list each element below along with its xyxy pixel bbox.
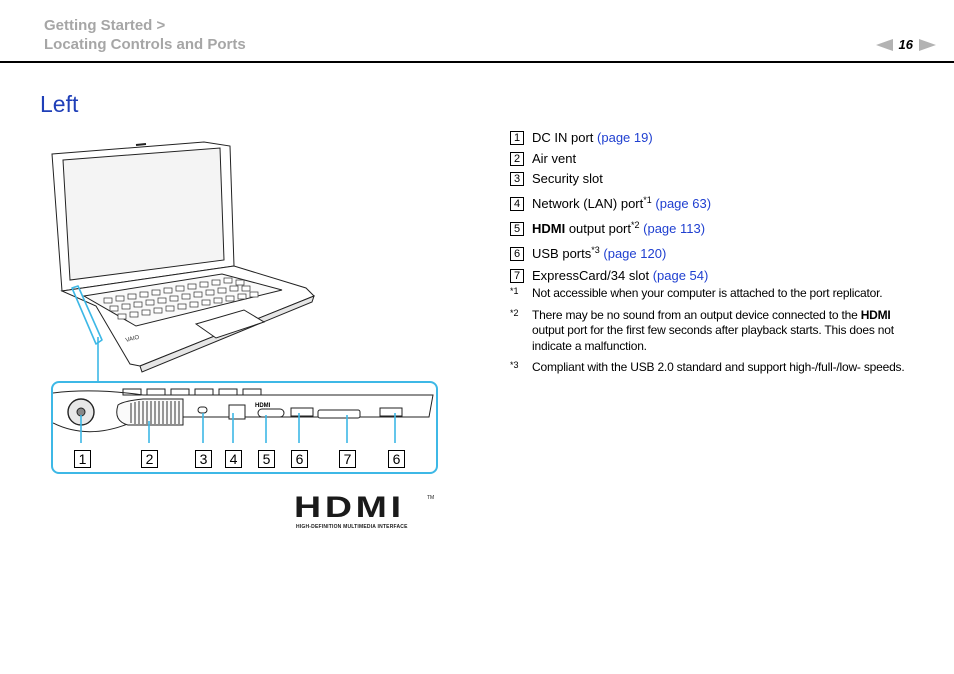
- footnote-marker: *2: [510, 307, 519, 318]
- item-number-box: 3: [510, 172, 524, 186]
- list-item: 1 DC IN port (page 19): [510, 130, 711, 151]
- callout-label: 6: [291, 450, 308, 468]
- callout-label: 6: [388, 450, 405, 468]
- footnote-ref: *1: [643, 195, 652, 205]
- next-page-icon[interactable]: [919, 38, 936, 51]
- footnote: *1 Not accessible when your computer is a…: [510, 286, 910, 302]
- page-link[interactable]: (page 54): [653, 268, 709, 283]
- page-link[interactable]: (page 113): [643, 221, 705, 236]
- item-label: Air vent: [532, 150, 577, 166]
- footnote-text: Not accessible when your computer is att…: [532, 286, 883, 300]
- page-link[interactable]: (page 120): [603, 246, 666, 261]
- callout-label: 1: [74, 450, 91, 468]
- breadcrumb-page[interactable]: Locating Controls and Ports: [44, 35, 246, 54]
- item-label: Security slot: [532, 171, 603, 186]
- footnote-text-cont: output port for the first few seconds af…: [532, 323, 894, 353]
- header-divider: [0, 61, 954, 63]
- hdmi-port-marking: HDMI: [255, 403, 271, 409]
- item-number-box: 7: [510, 269, 524, 283]
- footnote-ref: *2: [631, 220, 640, 230]
- callout-label: 7: [339, 450, 356, 468]
- item-number-box: 1: [510, 131, 524, 145]
- list-item: 2 Air vent: [510, 151, 711, 172]
- item-label: output port: [565, 221, 631, 236]
- item-number-box: 2: [510, 151, 524, 166]
- footnotes: *1 Not accessible when your computer is a…: [510, 286, 910, 382]
- hdmi-logo: HDMI TM HIGH-DEFINITION MULTIMEDIA INTER…: [294, 491, 435, 531]
- item-label-bold: HDMI: [532, 221, 566, 236]
- item-label: USB ports: [532, 246, 592, 261]
- callout-label: 3: [195, 450, 212, 468]
- callout-label: 2: [141, 450, 158, 468]
- callout-label: 4: [225, 450, 242, 468]
- footnote-marker: *3: [510, 360, 519, 370]
- hdmi-logo-tagline: HIGH-DEFINITION MULTIMEDIA INTERFACE: [296, 524, 408, 530]
- list-item: 5 HDMI output port*2 (page 113): [510, 220, 711, 245]
- page-link[interactable]: (page 19): [597, 130, 653, 145]
- footnote-bold: HDMI: [860, 307, 891, 322]
- page-title: Left: [40, 91, 79, 117]
- side-view-illustration: HDMI: [53, 388, 434, 443]
- item-number-box: 5: [510, 222, 524, 236]
- laptop-illustration: VAIO: [51, 141, 315, 382]
- list-item: 6 USB ports*3 (page 120): [510, 245, 711, 268]
- item-number-box: 4: [510, 197, 524, 211]
- callout-label: 5: [258, 450, 275, 468]
- page-number: 16: [898, 37, 913, 52]
- footnote-marker: *1: [510, 286, 519, 296]
- item-label: Network (LAN) port: [532, 196, 644, 211]
- footnote-ref: *3: [591, 245, 600, 255]
- hdmi-logo-wordmark: HDMI: [294, 491, 405, 524]
- list-item: 4 Network (LAN) port*1 (page 63): [510, 194, 711, 220]
- footnote-text: There may be no sound from an output dev…: [532, 307, 861, 322]
- previous-page-icon[interactable]: [875, 38, 893, 51]
- footnote: *2 There may be no sound from an output d…: [510, 308, 910, 355]
- footnote-text: Compliant with the USB 2.0 standard and …: [532, 360, 905, 374]
- item-number-box: 6: [510, 247, 524, 261]
- list-item: 3 Security slot: [510, 171, 711, 194]
- footnote: *3 Compliant with the USB 2.0 standard an…: [510, 360, 910, 376]
- item-label: ExpressCard/34 slot: [532, 268, 650, 283]
- page-navigator: 16: [875, 37, 936, 52]
- item-label: DC IN port: [532, 130, 594, 145]
- port-list: 1 DC IN port (page 19) 2 Air vent 3 Securit…: [510, 130, 711, 289]
- trademark-symbol: TM: [427, 495, 435, 501]
- breadcrumb-section[interactable]: Getting Started >: [44, 16, 165, 35]
- page-link[interactable]: (page 63): [655, 196, 711, 211]
